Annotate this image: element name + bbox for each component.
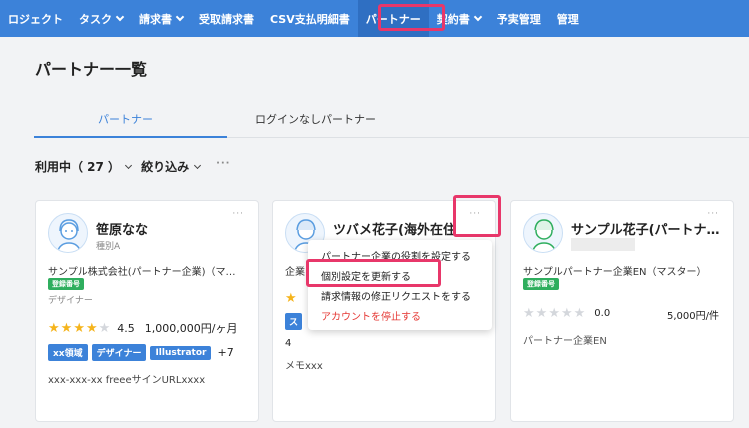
refine-filter-label[interactable]: 絞り込み — [141, 158, 189, 175]
menu-item-suspend-account[interactable]: アカウントを停止する — [308, 305, 492, 325]
nav-label: ロジェクト — [8, 12, 63, 26]
partner-card[interactable]: ··· サンプル花子(パートナ… サンプルパートナー企業EN（マスター） 登録番… — [510, 200, 734, 422]
tag: Illustrator — [150, 345, 212, 360]
nav-item-received-invoice[interactable]: 受取請求書 — [191, 0, 262, 37]
nav-item-invoice[interactable]: 請求書 — [131, 0, 191, 37]
tag: xx領域 — [48, 344, 88, 361]
highlight-box-partner-nav — [378, 4, 445, 31]
avatar — [48, 213, 88, 253]
tag-more-count: +7 — [217, 346, 234, 359]
star-empty-icon: ★ — [535, 306, 548, 321]
tag-list: xx領域 デザイナー Illustrator +7 — [48, 344, 234, 361]
nav-item-admin[interactable]: 管理 — [549, 0, 587, 37]
partner-card[interactable]: ··· 笹原なな 種別A サンプル株式会社(パートナー企業)（マ… 登録番号 デ… — [35, 200, 259, 422]
partner-name: ツバメ花子(海外在住 — [333, 223, 456, 238]
page-title: パートナー一覧 — [35, 60, 148, 79]
nav-label: CSV支払明細書 — [270, 12, 350, 26]
rating-row: ★ ★ ★ ★ ★ 4.5 1,000,000円/ヶ月 — [48, 320, 237, 336]
registration-badge: 登録番号 — [523, 278, 559, 290]
star-filled-icon: ★ — [73, 320, 85, 336]
price: 1,000,000円/ヶ月 — [144, 322, 238, 335]
rating-row: ★ ★ ★ ★ ★ 0.0 — [523, 307, 610, 320]
star-empty-icon: ★ — [523, 306, 535, 321]
chevron-down-icon[interactable] — [194, 161, 202, 169]
company-name: 企業 — [285, 267, 305, 278]
menu-item-request-correction[interactable]: 請求情報の修正リクエストをする — [308, 285, 492, 305]
rating-value: 0.0 — [594, 308, 611, 319]
star-filled-icon: ★ — [60, 320, 73, 336]
nav-label: 予実管理 — [496, 12, 541, 26]
company-name-en: パートナー企業EN — [523, 336, 607, 347]
partner-role: デザイナー — [48, 296, 93, 306]
filter-row: 利用中（ 27 ） 絞り込み ··· — [35, 158, 230, 175]
partner-note: メモxxx — [285, 361, 323, 372]
active-tab-indicator — [34, 136, 227, 138]
tab-bar: パートナー ログインなしパートナー — [34, 107, 749, 138]
tab-nologin-partner[interactable]: ログインなしパートナー — [255, 111, 376, 127]
chevron-down-icon — [473, 12, 482, 22]
nav-item-csv-payment[interactable]: CSV支払明細書 — [262, 0, 358, 37]
tag-count: 4 — [285, 338, 292, 349]
nav-label: 請求書 — [139, 12, 172, 26]
nav-item-task[interactable]: タスク — [71, 0, 131, 37]
nav-label: 管理 — [556, 12, 579, 26]
nav-label: 受取請求書 — [199, 12, 254, 26]
more-options-icon[interactable]: ··· — [232, 209, 244, 219]
tag: ス — [285, 313, 303, 330]
star-empty-icon: ★ — [573, 306, 586, 321]
more-options-icon[interactable]: ··· — [707, 209, 719, 219]
partner-type: 種別A — [96, 242, 121, 252]
star-filled-icon: ★ — [85, 320, 98, 336]
highlight-box-more-options — [453, 195, 501, 237]
type-placeholder — [571, 238, 635, 251]
star-filled-icon: ★ — [285, 291, 297, 306]
tab-partner[interactable]: パートナー — [98, 111, 153, 127]
nav-item-project[interactable]: ロジェクト — [0, 0, 71, 37]
star-empty-icon: ★ — [548, 306, 560, 321]
star-empty-icon: ★ — [98, 320, 111, 336]
price: 5,000円/件 — [667, 311, 719, 322]
nav-item-budget[interactable]: 予実管理 — [489, 0, 549, 37]
partner-name: 笹原なな — [96, 223, 149, 238]
highlight-box-update-settings — [306, 259, 441, 287]
partner-note: xxx-xxx-xx freeeサインURLxxxx — [48, 375, 206, 386]
company-name: サンプルパートナー企業EN（マスター） — [523, 267, 707, 278]
partner-name: サンプル花子(パートナ… — [571, 223, 720, 238]
chevron-down-icon[interactable] — [125, 161, 133, 169]
avatar — [523, 213, 563, 253]
top-nav: ロジェクト タスク 請求書 受取請求書 CSV支払明細書 パートナー 契約書 予… — [0, 0, 749, 37]
status-filter-label[interactable]: 利用中（ 27 ） — [35, 158, 120, 175]
registration-badge: 登録番号 — [48, 278, 84, 290]
star-filled-icon: ★ — [48, 320, 60, 336]
chevron-down-icon — [115, 12, 125, 22]
nav-label: タスク — [79, 12, 112, 26]
star-empty-icon: ★ — [560, 306, 573, 321]
more-options-icon[interactable]: ··· — [216, 158, 230, 169]
rating-value: 4.5 — [117, 321, 135, 335]
tag: デザイナー — [91, 344, 147, 361]
company-name: サンプル株式会社(パートナー企業)（マ… — [48, 267, 236, 278]
chevron-down-icon — [175, 12, 185, 22]
